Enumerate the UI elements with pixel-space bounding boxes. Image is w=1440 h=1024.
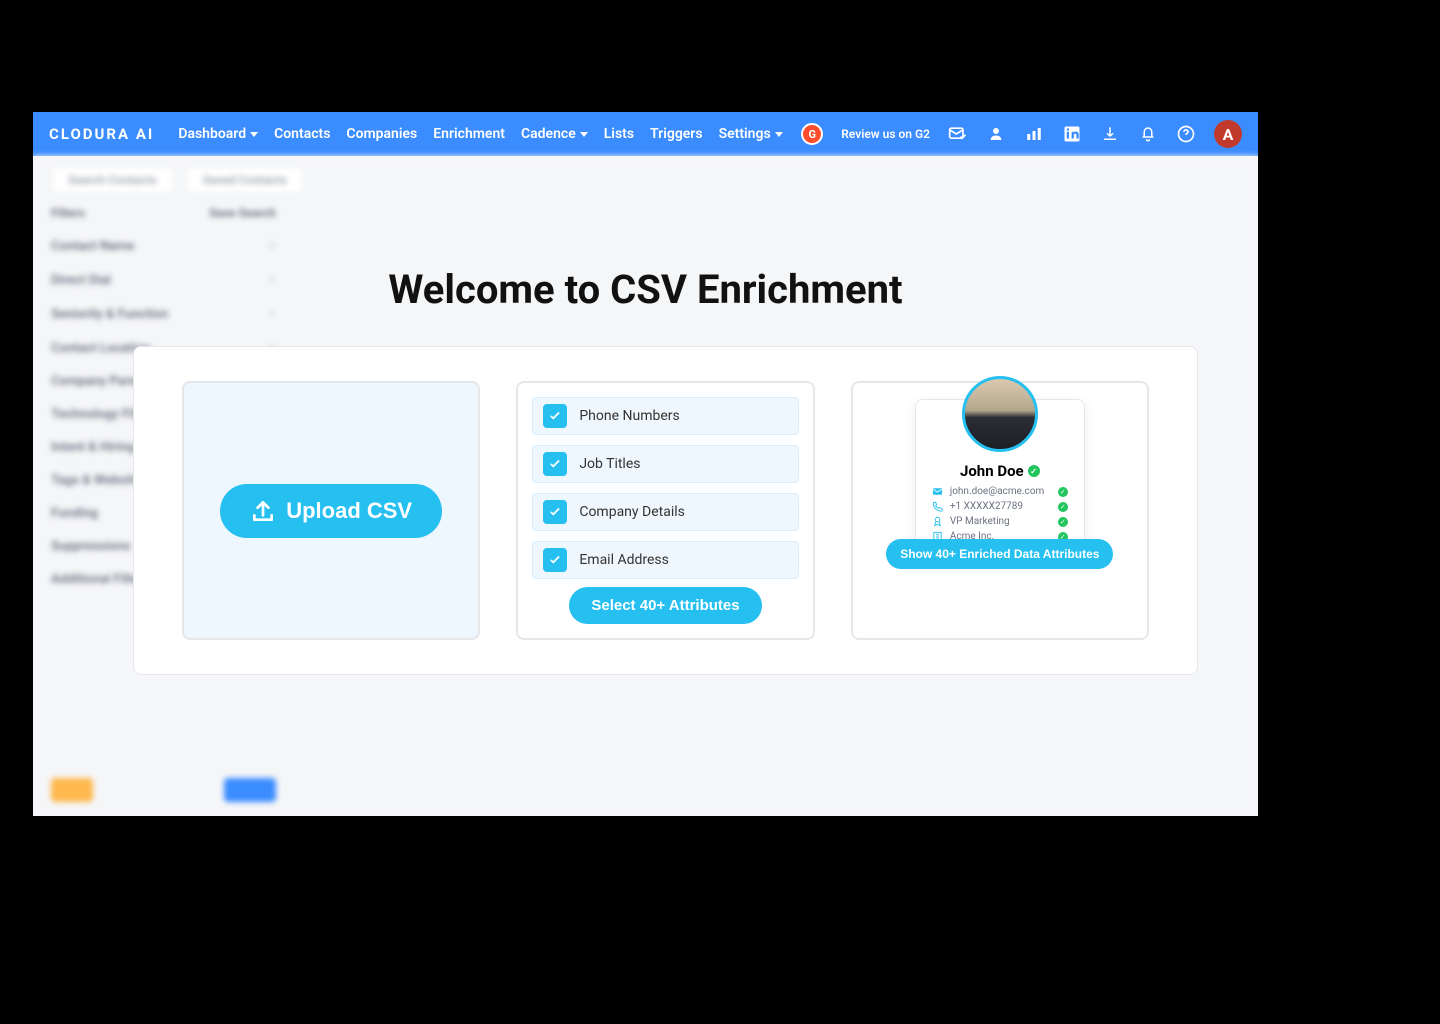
attribute-row: Phone Numbers <box>532 397 798 435</box>
attribute-label: Job Titles <box>579 456 640 472</box>
upload-icon <box>250 498 276 524</box>
verified-icon: ✓ <box>1058 502 1068 512</box>
phone-icon <box>932 501 944 512</box>
attribute-list: Phone Numbers Job Titles Company Details <box>532 397 798 579</box>
attributes-card: Phone Numbers Job Titles Company Details <box>516 381 814 640</box>
select-attributes-button[interactable]: Select 40+ Attributes <box>569 587 761 624</box>
page-title: Welcome to CSV Enrichment <box>33 266 1258 313</box>
chevron-down-icon <box>580 132 588 137</box>
verified-icon: ✓ <box>1058 487 1068 497</box>
checkbox-checked-icon[interactable] <box>543 548 567 572</box>
show-enriched-button[interactable]: Show 40+ Enriched Data Attributes <box>886 539 1113 569</box>
verified-icon: ✓ <box>1058 517 1068 527</box>
profile-name: John Doe ✓ <box>960 462 1040 480</box>
main-content: Welcome to CSV Enrichment Upload CSV <box>33 156 1258 816</box>
linkedin-icon[interactable] <box>1062 124 1082 144</box>
nav-cadence[interactable]: Cadence <box>521 126 588 142</box>
nav-enrichment[interactable]: Enrichment <box>433 126 505 142</box>
profile-avatar-image <box>962 376 1038 452</box>
upload-csv-button[interactable]: Upload CSV <box>220 484 442 538</box>
profile-phone-row: +1 XXXXX27789✓ <box>932 501 1068 512</box>
chevron-down-icon <box>775 132 783 137</box>
profile-card: John Doe ✓ john.doe@acme.com✓ <box>915 399 1085 553</box>
chevron-down-icon <box>250 132 258 137</box>
help-icon[interactable] <box>1176 124 1196 144</box>
upload-card: Upload CSV <box>182 381 480 640</box>
review-link[interactable]: Review us on G2 <box>841 127 930 141</box>
checkbox-checked-icon[interactable] <box>543 452 567 476</box>
nav-dashboard[interactable]: Dashboard <box>178 126 258 142</box>
nav-links: Dashboard Contacts Companies Enrichment … <box>178 126 782 142</box>
download-icon[interactable] <box>1100 124 1120 144</box>
g2-icon[interactable]: G <box>801 123 823 145</box>
verified-badge-icon: ✓ <box>1028 465 1040 477</box>
profile-title-row: VP Marketing✓ <box>932 516 1068 527</box>
mail-icon <box>932 486 944 497</box>
checkbox-checked-icon[interactable] <box>543 500 567 524</box>
attribute-label: Company Details <box>579 504 685 520</box>
app-viewport: CLODURA AI Dashboard Contacts Companies … <box>33 112 1258 816</box>
brand-logo: CLODURA AI <box>49 125 154 143</box>
avatar[interactable]: A <box>1214 120 1242 148</box>
enrichment-panel: Upload CSV Phone Numbers <box>133 346 1198 675</box>
attribute-row: Job Titles <box>532 445 798 483</box>
profile-email-row: john.doe@acme.com✓ <box>932 486 1068 497</box>
nav-settings[interactable]: Settings <box>719 126 783 142</box>
attribute-label: Email Address <box>579 552 669 568</box>
mail-check-icon[interactable] <box>948 124 968 144</box>
user-icon[interactable] <box>986 124 1006 144</box>
chart-icon[interactable] <box>1024 124 1044 144</box>
attribute-row: Email Address <box>532 541 798 579</box>
nav-triggers[interactable]: Triggers <box>650 126 703 142</box>
checkbox-checked-icon[interactable] <box>543 404 567 428</box>
nav-contacts[interactable]: Contacts <box>274 126 330 142</box>
nav-companies[interactable]: Companies <box>346 126 417 142</box>
bell-icon[interactable] <box>1138 124 1158 144</box>
attribute-row: Company Details <box>532 493 798 531</box>
attribute-label: Phone Numbers <box>579 408 679 424</box>
top-nav: CLODURA AI Dashboard Contacts Companies … <box>33 112 1258 156</box>
nav-right: G Review us on G2 A <box>801 120 1242 148</box>
badge-icon <box>932 516 944 527</box>
upload-csv-label: Upload CSV <box>286 498 412 524</box>
nav-lists[interactable]: Lists <box>604 126 634 142</box>
profile-card-container: John Doe ✓ john.doe@acme.com✓ <box>851 381 1149 640</box>
